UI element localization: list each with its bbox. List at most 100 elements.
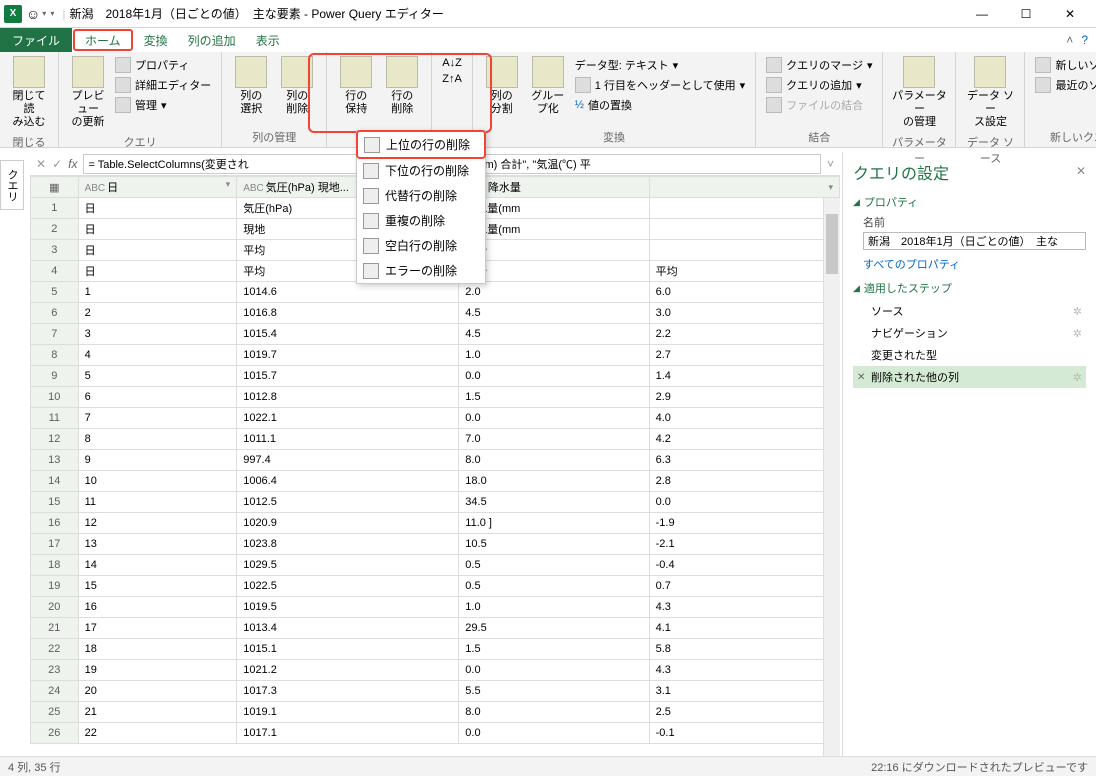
cell[interactable]: 1015.7 <box>237 366 459 387</box>
corner-cell[interactable]: ▦ <box>31 177 79 198</box>
merge-queries-button[interactable]: クエリのマージ ▾ <box>764 56 874 74</box>
table-row[interactable]: 25211019.18.02.5 <box>31 702 840 723</box>
remove-duplicates-item[interactable]: 重複の削除 <box>357 208 485 233</box>
cell[interactable]: 14 <box>78 555 237 576</box>
use-first-row-header-button[interactable]: 1 行目をヘッダーとして使用 ▾ <box>573 76 747 94</box>
table-row[interactable]: 15111012.534.50.0 <box>31 492 840 513</box>
cell[interactable]: 0.0 <box>459 723 649 744</box>
cell[interactable]: 1020.9 <box>237 513 459 534</box>
cell[interactable]: 2.5 <box>649 702 839 723</box>
cell[interactable]: 4.0 <box>649 408 839 429</box>
new-source-button[interactable]: 新しいソース ▾ <box>1033 56 1096 74</box>
table-row[interactable]: 18141029.50.5-0.4 <box>31 555 840 576</box>
cell[interactable]: 19 <box>78 660 237 681</box>
cell[interactable]: 13 <box>78 534 237 555</box>
query-name-input[interactable] <box>863 232 1086 250</box>
cell[interactable]: 降水量(mm <box>459 219 649 240</box>
row-number[interactable]: 3 <box>31 240 79 261</box>
remove-bottom-rows-item[interactable]: 下位の行の削除 <box>357 158 485 183</box>
applied-step[interactable]: 削除された他の列✲ <box>853 366 1086 388</box>
manage-query-button[interactable]: 管理 ▾ <box>113 96 213 114</box>
cell[interactable]: 2 <box>78 303 237 324</box>
remove-columns-button[interactable]: 列の削除 <box>274 54 320 118</box>
row-number[interactable]: 6 <box>31 303 79 324</box>
cell[interactable]: 1.0 <box>459 345 649 366</box>
cell[interactable]: 1017.1 <box>237 723 459 744</box>
split-column-button[interactable]: 列の分割 <box>479 54 525 118</box>
groupby-button[interactable]: グループ化 <box>525 54 571 118</box>
cell[interactable]: 1012.5 <box>237 492 459 513</box>
cell[interactable]: 1016.8 <box>237 303 459 324</box>
cell[interactable]: 1.4 <box>649 366 839 387</box>
table-row[interactable]: 20161019.51.04.3 <box>31 597 840 618</box>
table-row[interactable]: 23191021.20.04.3 <box>31 660 840 681</box>
cell[interactable]: 16 <box>78 597 237 618</box>
minimize-button[interactable]: — <box>960 2 1004 26</box>
tab-transform[interactable]: 変換 <box>134 28 178 52</box>
remove-top-rows-item[interactable]: 上位の行の削除 <box>356 130 486 159</box>
cell[interactable]: 1.0 <box>459 597 649 618</box>
qat-dropdown-icon[interactable]: ▾ <box>42 9 46 18</box>
cell[interactable]: 1019.5 <box>237 597 459 618</box>
table-row[interactable]: 621016.84.53.0 <box>31 303 840 324</box>
cell[interactable]: 9 <box>78 450 237 471</box>
row-number[interactable]: 14 <box>31 471 79 492</box>
fx-icon[interactable]: fx <box>68 157 77 171</box>
cell[interactable]: 1.5 <box>459 639 649 660</box>
qat-dropdown-icon-2[interactable]: ▾ <box>50 9 54 18</box>
cell[interactable]: 降水量(mm <box>459 198 649 219</box>
cell[interactable]: 2.9 <box>649 387 839 408</box>
row-number[interactable]: 11 <box>31 408 79 429</box>
replace-values-button[interactable]: ½ 値の置換 <box>573 96 747 114</box>
close-panel-icon[interactable]: ✕ <box>1076 164 1086 178</box>
cell[interactable]: 0.0 <box>649 492 839 513</box>
cell[interactable]: 11 <box>78 492 237 513</box>
table-row[interactable]: 951015.70.01.4 <box>31 366 840 387</box>
applied-steps-header[interactable]: ◢適用したステップ <box>853 280 1086 296</box>
formula-dropdown-icon[interactable]: ˅ <box>827 157 834 171</box>
applied-step[interactable]: 変更された型 <box>853 344 1086 366</box>
cell[interactable]: -0.1 <box>649 723 839 744</box>
cell[interactable]: 日 <box>78 219 237 240</box>
cell[interactable]: 21 <box>78 702 237 723</box>
table-row[interactable]: 841019.71.02.7 <box>31 345 840 366</box>
cell[interactable]: 1011.1 <box>237 429 459 450</box>
cell[interactable]: 日 <box>78 198 237 219</box>
cell[interactable] <box>649 240 839 261</box>
row-number[interactable]: 8 <box>31 345 79 366</box>
cell[interactable]: 6.3 <box>649 450 839 471</box>
remove-alternate-rows-item[interactable]: 代替行の削除 <box>357 183 485 208</box>
cell[interactable]: 4.2 <box>649 429 839 450</box>
cell[interactable]: 0.5 <box>459 576 649 597</box>
sort-asc-button[interactable]: A↓Z <box>440 56 464 70</box>
properties-section-header[interactable]: ◢プロパティ <box>853 194 1086 210</box>
cell[interactable]: 3.0 <box>649 303 839 324</box>
advanced-editor-button[interactable]: 詳細エディター <box>113 76 213 94</box>
row-number[interactable]: 5 <box>31 282 79 303</box>
table-row[interactable]: 21171013.429.54.1 <box>31 618 840 639</box>
cell[interactable]: 1029.5 <box>237 555 459 576</box>
row-number[interactable]: 13 <box>31 450 79 471</box>
refresh-preview-button[interactable]: プレビューの更新 <box>65 54 111 132</box>
row-number[interactable]: 12 <box>31 429 79 450</box>
cell[interactable]: 20 <box>78 681 237 702</box>
tab-file[interactable]: ファイル <box>0 28 72 52</box>
cell[interactable]: 17 <box>78 618 237 639</box>
cell[interactable] <box>649 219 839 240</box>
row-number[interactable]: 20 <box>31 597 79 618</box>
row-number[interactable]: 23 <box>31 660 79 681</box>
cell[interactable]: 1015.1 <box>237 639 459 660</box>
cell[interactable]: 34.5 <box>459 492 649 513</box>
cell[interactable]: 11.0 ] <box>459 513 649 534</box>
close-load-button[interactable]: 閉じて読み込む <box>6 54 52 132</box>
table-row[interactable]: 16121020.911.0 ]-1.9 <box>31 513 840 534</box>
table-row[interactable]: 14101006.418.02.8 <box>31 471 840 492</box>
cell[interactable]: 1014.6 <box>237 282 459 303</box>
all-properties-link[interactable]: すべてのプロパティ <box>853 256 1086 272</box>
combine-files-button[interactable]: ファイルの結合 <box>764 96 874 114</box>
applied-step[interactable]: ナビゲーション✲ <box>853 322 1086 344</box>
cell[interactable]: -1.9 <box>649 513 839 534</box>
cell[interactable]: 15 <box>78 576 237 597</box>
remove-errors-item[interactable]: エラーの削除 <box>357 258 485 283</box>
maximize-button[interactable]: ☐ <box>1004 2 1048 26</box>
